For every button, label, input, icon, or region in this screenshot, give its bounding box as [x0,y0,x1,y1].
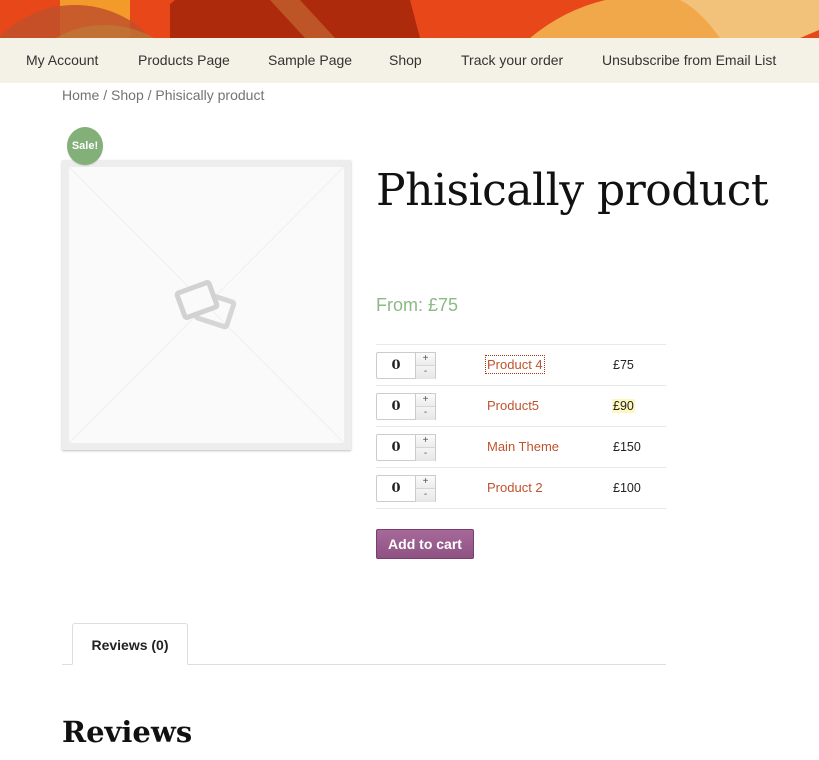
quantity-stepper: + - [416,352,436,379]
nav-products-page[interactable]: Products Page [138,52,230,68]
product-link[interactable]: Product5 [487,398,539,413]
quantity-input[interactable]: 0 [376,393,416,420]
banner-graphic [0,0,819,38]
nav-unsubscribe[interactable]: Unsubscribe from Email List [602,52,776,68]
product-title: Phisically product [376,165,769,216]
quantity-stepper: + - [416,393,436,420]
product-price-cell: £90 [612,399,635,413]
breadcrumb-separator: / [143,87,156,103]
quantity-input[interactable]: 0 [376,434,416,461]
nav-shop[interactable]: Shop [389,52,422,68]
breadcrumb: Home / Shop / Phisically product [62,87,264,103]
main-navigation: My Account Products Page Sample Page Sho… [0,38,819,83]
decrement-button[interactable]: - [416,407,435,420]
breadcrumb-current: Phisically product [155,87,265,103]
grouped-product-row: 0 + - Product 4 £75 [376,345,666,386]
nav-track-order[interactable]: Track your order [461,52,563,68]
product-link[interactable]: Product 4 [485,355,545,374]
reviews-heading: Reviews [62,715,193,749]
add-to-cart-button[interactable]: Add to cart [376,529,474,559]
product-price-cell: £100 [613,481,641,495]
grouped-products-table: 0 + - Product 4 £75 0 + - Product5 £90 0… [376,344,666,509]
product-price-cell: £150 [613,440,641,454]
grouped-product-row: 0 + - Product 2 £100 [376,468,666,509]
product-price-cell: £75 [613,358,634,372]
quantity-input[interactable]: 0 [376,475,416,502]
product-image[interactable] [62,160,351,450]
sale-badge: Sale! [67,127,103,165]
product-link[interactable]: Main Theme [487,439,559,454]
breadcrumb-home[interactable]: Home [62,87,99,103]
increment-button[interactable]: + [416,476,435,489]
increment-button[interactable]: + [416,394,435,407]
header-banner [0,0,819,38]
grouped-product-row: 0 + - Main Theme £150 [376,427,666,468]
quantity-input[interactable]: 0 [376,352,416,379]
nav-sample-page[interactable]: Sample Page [268,52,352,68]
nav-my-account[interactable]: My Account [26,52,98,68]
grouped-product-row: 0 + - Product5 £90 [376,386,666,427]
tab-reviews[interactable]: Reviews (0) [72,623,188,665]
quantity-stepper: + - [416,434,436,461]
increment-button[interactable]: + [416,353,435,366]
placeholder-image-icon [68,166,345,444]
breadcrumb-separator: / [99,87,112,103]
decrement-button[interactable]: - [416,448,435,461]
breadcrumb-shop[interactable]: Shop [111,87,144,103]
product-tabs: Reviews (0) [62,622,666,665]
product-link[interactable]: Product 2 [487,480,543,495]
increment-button[interactable]: + [416,435,435,448]
product-price: From: £75 [376,295,459,315]
quantity-stepper: + - [416,475,436,502]
decrement-button[interactable]: - [416,489,435,502]
decrement-button[interactable]: - [416,366,435,379]
